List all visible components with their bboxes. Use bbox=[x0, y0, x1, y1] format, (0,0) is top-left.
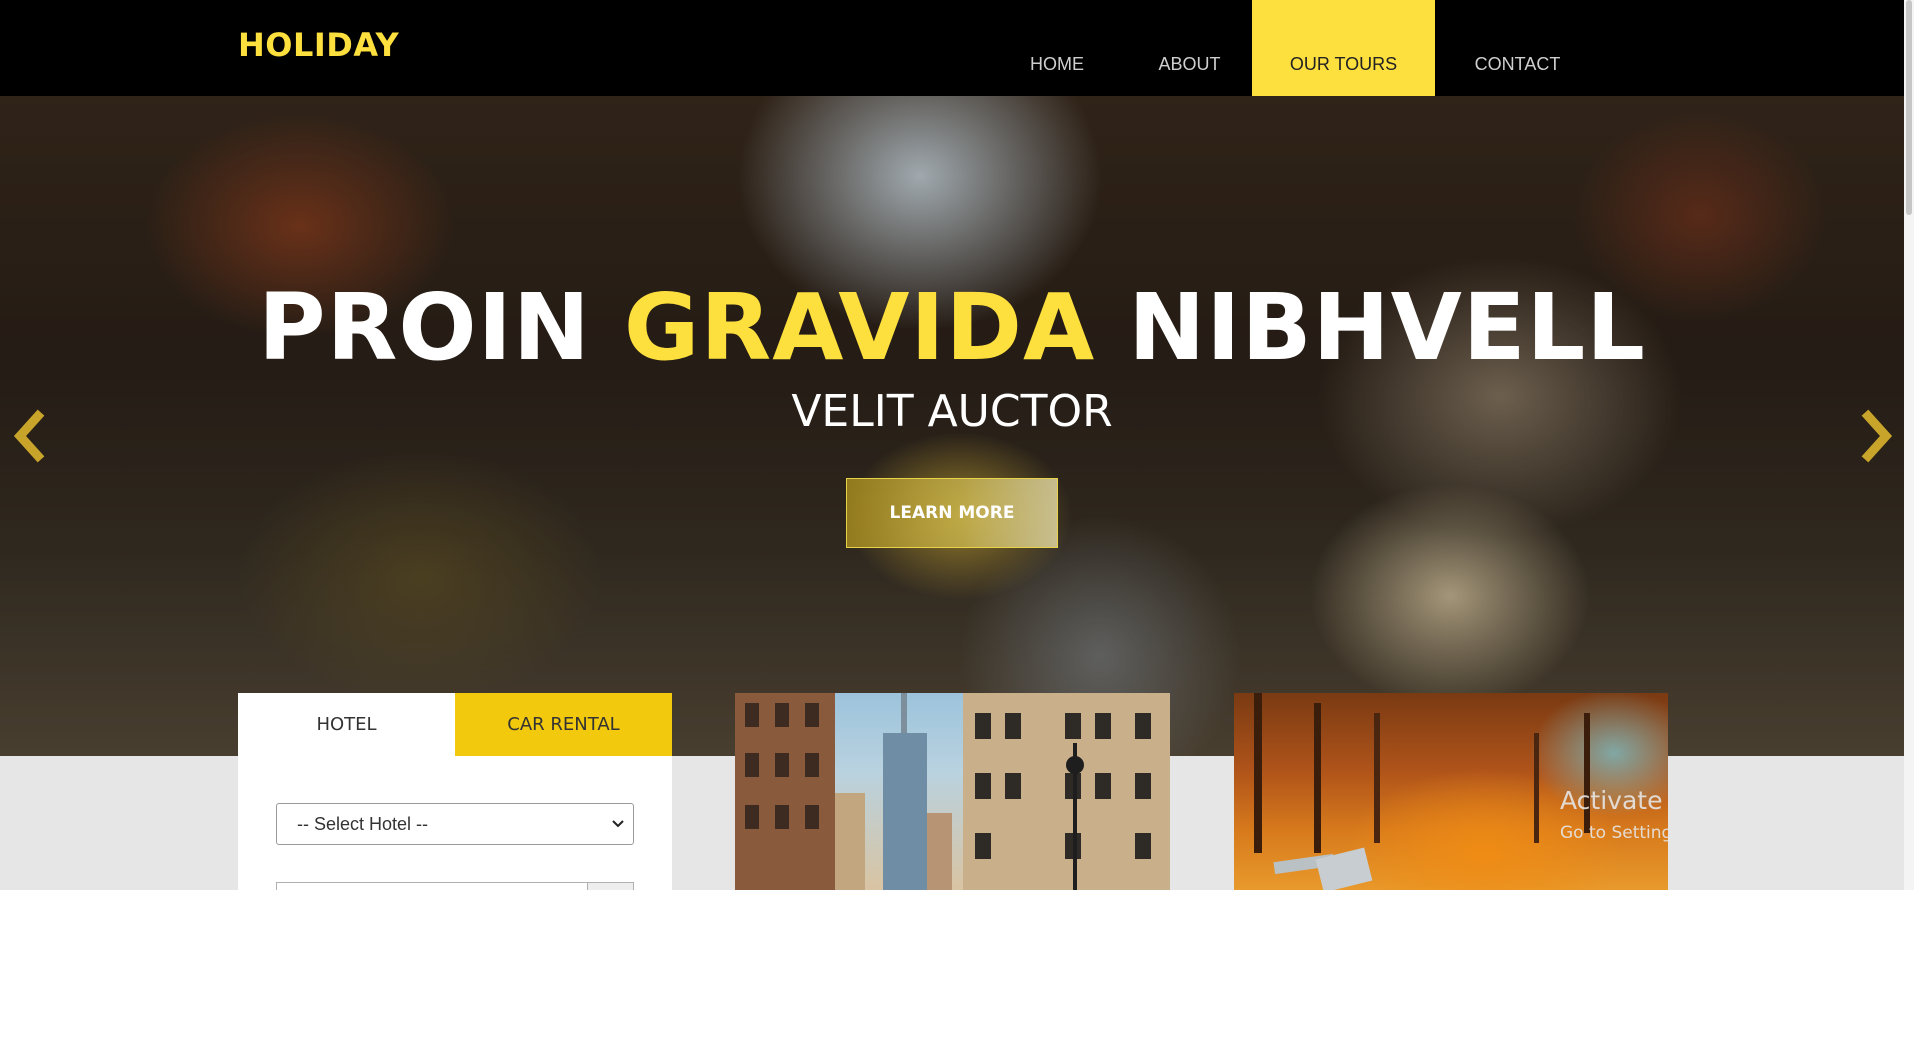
watermark-title: Activate Windows bbox=[1560, 786, 1782, 815]
hero-title-accent: GRAVIDA bbox=[623, 274, 1096, 381]
tab-car-rental[interactable]: CAR RENTAL bbox=[455, 693, 672, 756]
slider-next-button[interactable] bbox=[1856, 406, 1896, 466]
slider-prev-button[interactable] bbox=[10, 406, 50, 466]
watermark-subtitle: Go to Settings to activate Windows. bbox=[1560, 823, 1865, 843]
date-picker-button[interactable] bbox=[587, 882, 634, 890]
chevron-down-icon bbox=[612, 820, 624, 828]
browser-viewport: HOLIDAY HOME ABOUT OUR TOURS CONTACT PRO… bbox=[0, 0, 1914, 890]
vertical-scrollbar[interactable] bbox=[1904, 0, 1914, 890]
scrollbar-thumb[interactable] bbox=[1906, 0, 1912, 215]
city-photo-image bbox=[735, 693, 1170, 890]
learn-more-button[interactable]: LEARN MORE bbox=[846, 478, 1058, 548]
hero-title: PROIN GRAVIDA NIBHVELL bbox=[0, 274, 1904, 381]
hero-slider: PROIN GRAVIDA NIBHVELL VELIT AUCTOR LEAR… bbox=[0, 96, 1904, 756]
date-input[interactable] bbox=[276, 882, 588, 890]
hotel-select-value: -- Select Hotel -- bbox=[297, 814, 429, 834]
chevron-left-icon bbox=[13, 409, 45, 463]
hero-title-part2: NIBHVELL bbox=[1095, 274, 1646, 381]
nav-item-contact[interactable]: CONTACT bbox=[1435, 0, 1600, 96]
main-nav: HOME ABOUT OUR TOURS CONTACT bbox=[0, 0, 1904, 96]
nav-item-our-tours[interactable]: OUR TOURS bbox=[1252, 0, 1435, 96]
hero-subtitle: VELIT AUCTOR bbox=[791, 386, 1113, 437]
nav-item-about[interactable]: ABOUT bbox=[1127, 0, 1252, 96]
site-header: HOLIDAY HOME ABOUT OUR TOURS CONTACT bbox=[0, 0, 1904, 96]
hotel-select[interactable]: -- Select Hotel -- bbox=[276, 803, 634, 845]
windows-activation-watermark: Activate Windows Go to Settings to activ… bbox=[1560, 786, 1865, 843]
city-photo[interactable] bbox=[735, 693, 1170, 890]
booking-panel: HOTEL CAR RENTAL -- Select Hotel -- bbox=[238, 693, 672, 890]
page: HOLIDAY HOME ABOUT OUR TOURS CONTACT PRO… bbox=[0, 0, 1914, 1042]
chevron-right-icon bbox=[1861, 409, 1893, 463]
tab-hotel[interactable]: HOTEL bbox=[238, 693, 455, 756]
nav-item-home[interactable]: HOME bbox=[987, 0, 1127, 96]
hero-title-part1: PROIN bbox=[258, 274, 624, 381]
